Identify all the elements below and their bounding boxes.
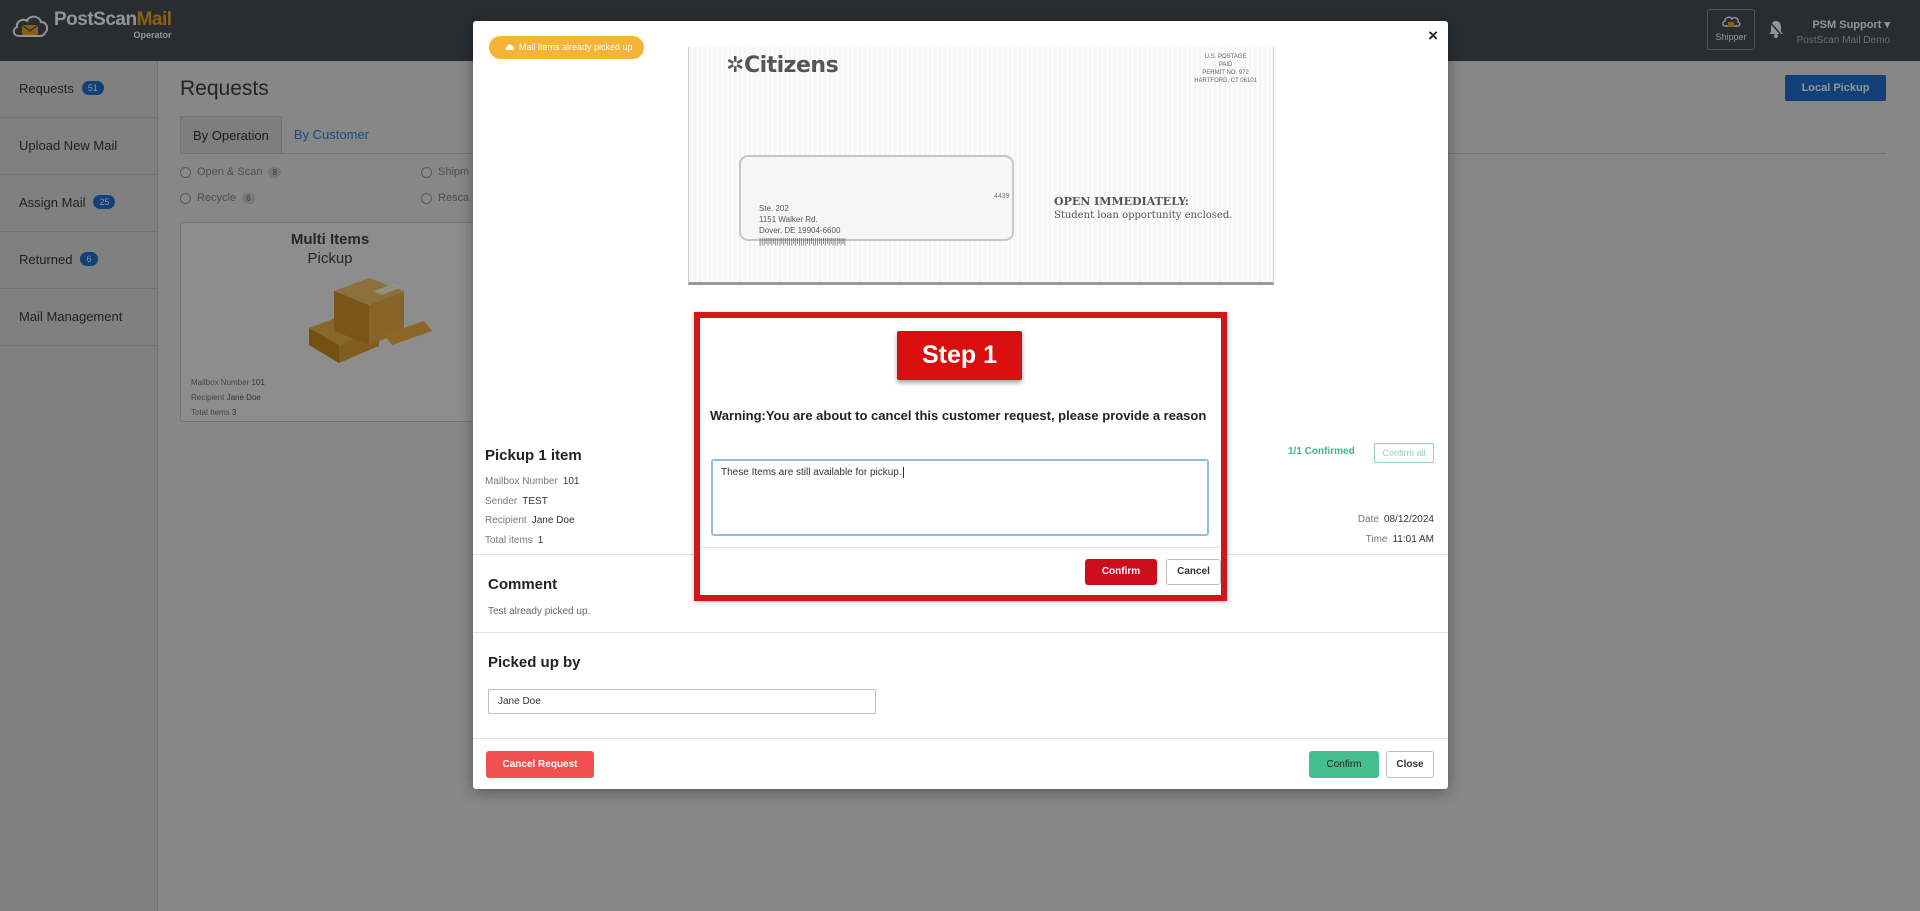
date-value: 08/12/2024 [1383,514,1434,525]
section-divider [473,738,1448,739]
confirm-button[interactable]: Confirm [1309,751,1379,778]
comment-text: Test already picked up. [488,606,591,617]
mailbox-info: Mailbox Number 101 [485,476,580,487]
recipient-info: Recipient Jane Doe [485,515,575,526]
total-items-value: 1 [537,535,544,546]
address-line: 1151 Walker Rd. [759,215,818,224]
step-label: Step 1 [897,331,1022,380]
confirm-all-button[interactable]: Confirm all [1374,443,1434,463]
date-info: Date 08/12/2024 [1303,514,1434,525]
envelope-postage: U.S. POSTAGE PAID PERMIT NO. 972 HARTFOR… [1194,53,1257,85]
envelope-message-text: Student loan opportunity enclosed. [1054,210,1233,221]
sender-label: Sender [485,496,518,507]
total-items-info: Total items 1 [485,535,543,546]
status-badge-label: Mail items already picked up [519,42,633,52]
dialog-cancel-button[interactable]: Cancel [1166,559,1221,585]
time-label: Time [1365,534,1388,545]
status-badge: Mail items already picked up [489,36,644,59]
pickup-title: Pickup 1 item [485,447,582,464]
picked-up-by-field[interactable]: Jane Doe [488,689,876,714]
time-value: 11:01 AM [1392,534,1434,545]
postage-line: U.S. POSTAGE [1204,54,1247,60]
warning-message: Warning:You are about to cancel this cus… [710,408,1207,423]
address-line: Dover, DE 19904-6600 [759,226,841,235]
envelope-message-title: OPEN IMMEDIATELY: [1054,195,1189,208]
mailbox-value: 101 [562,476,580,487]
dialog-divider [700,547,1221,548]
sender-value: TEST [522,496,548,507]
postage-line: PAID [1218,62,1233,68]
cancel-reason-dialog: Step 1 Warning:You are about to cancel t… [694,312,1227,601]
envelope-message: OPEN IMMEDIATELY: Student loan opportuni… [1054,195,1232,221]
close-icon[interactable]: × [1428,27,1438,44]
reason-text: These Items are still available for pick… [721,467,902,479]
citizens-logo-icon: ✲ [726,53,744,78]
text-caret [902,467,904,478]
mail-item-image[interactable]: ✲Citizens U.S. POSTAGE PAID PERMIT NO. 9… [688,47,1274,285]
postage-line: HARTFORD, CT 06101 [1194,78,1257,84]
cloud-icon [505,44,515,50]
comment-title: Comment [488,576,558,593]
date-label: Date [1357,514,1379,525]
confirmed-status: 1/1 Confirmed [1288,446,1355,457]
time-info: Time 11:01 AM [1303,534,1434,545]
envelope-address: Ste. 202 1151 Walker Rd. Dover, DE 19904… [759,203,846,247]
address-line: Ste. 202 [759,204,789,213]
cancel-request-button[interactable]: Cancel Request [486,751,594,778]
envelope-brand-text: Citizens [743,53,839,78]
picked-up-by-title: Picked up by [488,654,581,671]
total-items-label: Total items [485,535,533,546]
sender-info: Sender TEST [485,496,548,507]
envelope-brand: ✲Citizens [726,53,839,78]
dialog-confirm-button[interactable]: Confirm [1085,559,1157,585]
close-button[interactable]: Close [1386,751,1434,778]
recipient-label: Recipient [485,515,527,526]
section-divider [473,632,1448,633]
barcode: |||l|l|l|||l|l|||l|l||||l|l|||l|l|l|l|||… [759,237,846,246]
postage-line: PERMIT NO. 972 [1202,70,1249,76]
mailbox-label: Mailbox Number [485,476,558,487]
recipient-value: Jane Doe [531,515,575,526]
reason-textarea[interactable]: These Items are still available for pick… [711,459,1209,536]
envelope-code: 4439 [994,193,1010,200]
